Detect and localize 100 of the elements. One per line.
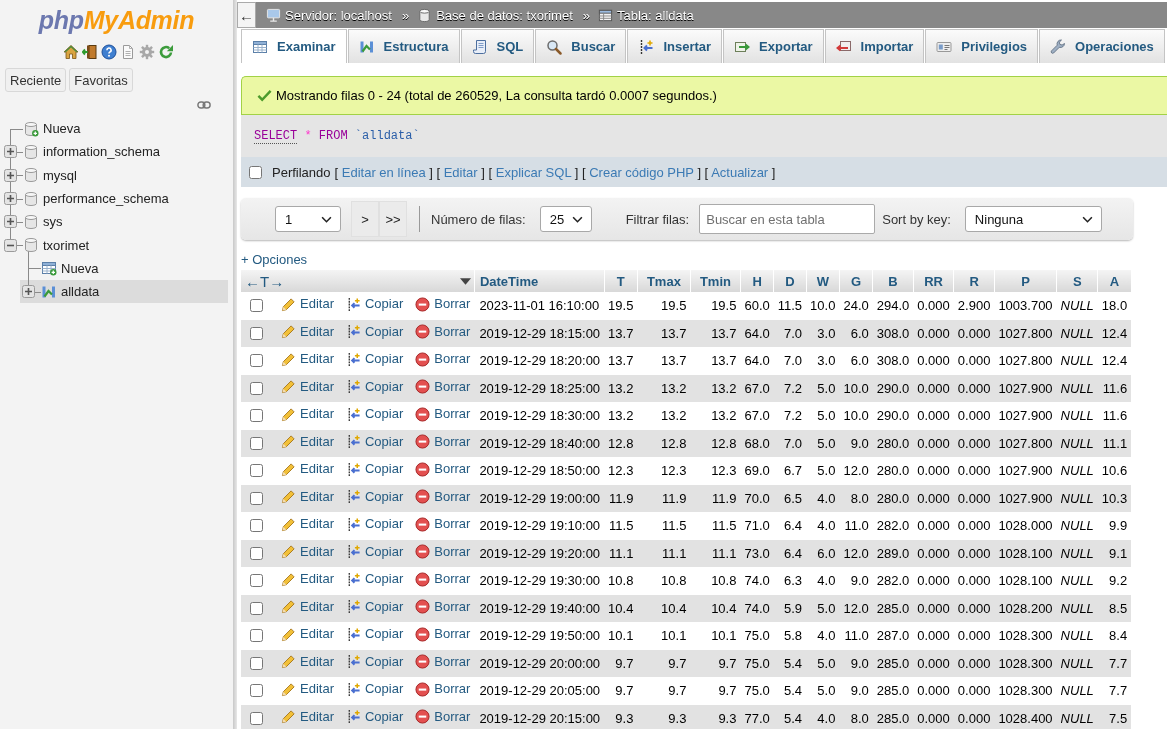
delete-link[interactable]: Borrar <box>415 406 471 422</box>
row-checkbox[interactable] <box>250 491 263 505</box>
edit-link[interactable]: Editar <box>281 461 334 477</box>
plus-icon[interactable] <box>3 215 17 229</box>
next-page-button[interactable]: > <box>351 201 379 237</box>
delete-link[interactable]: Borrar <box>415 461 471 477</box>
edit-link[interactable]: Editar <box>281 571 334 587</box>
copy-link[interactable]: Copiar <box>345 626 404 642</box>
profiling-checkbox[interactable] <box>249 165 262 179</box>
row-checkbox[interactable] <box>250 354 263 368</box>
edit-link[interactable]: Editar <box>281 406 334 422</box>
help-icon[interactable] <box>100 44 117 60</box>
row-checkbox[interactable] <box>250 629 263 643</box>
column-header[interactable]: G <box>839 270 873 292</box>
sidebar-button[interactable]: Favoritas <box>69 68 133 92</box>
plus-icon[interactable] <box>3 168 17 182</box>
tab[interactable]: Insertar <box>627 29 723 63</box>
home-icon[interactable] <box>62 44 79 60</box>
plus-icon[interactable] <box>21 285 35 299</box>
column-header[interactable]: W <box>806 270 840 292</box>
filter-field[interactable]: Buscar en esta tabla <box>699 204 876 234</box>
column-header[interactable]: T <box>604 270 638 292</box>
delete-link[interactable]: Borrar <box>415 516 471 532</box>
row-checkbox[interactable] <box>250 464 263 478</box>
last-page-button[interactable]: >> <box>379 201 407 237</box>
back-button[interactable]: ← <box>237 2 256 28</box>
copy-link[interactable]: Copiar <box>345 516 404 532</box>
edit-link[interactable]: Editar <box>281 296 334 312</box>
column-header[interactable]: DateTime <box>474 270 605 292</box>
row-checkbox[interactable] <box>250 519 263 533</box>
options-link[interactable]: + Opciones <box>241 252 308 267</box>
query-action-link[interactable]: Actualizar <box>711 164 769 180</box>
full-text-toggle[interactable]: ←T→ <box>245 272 285 290</box>
query-action-link[interactable]: Editar en línea <box>341 164 426 180</box>
row-checkbox[interactable] <box>250 656 263 670</box>
tab[interactable]: Exportar <box>723 29 824 63</box>
copy-link[interactable]: Copiar <box>345 571 404 587</box>
sql-doc-link[interactable]: SELECT <box>254 129 298 144</box>
column-header[interactable]: Tmax <box>637 270 691 292</box>
tab[interactable]: SQL <box>460 29 535 63</box>
minus-icon[interactable] <box>3 238 17 252</box>
column-header[interactable]: H <box>740 270 774 292</box>
tree-item[interactable]: alldata <box>20 280 228 304</box>
delete-link[interactable]: Borrar <box>415 351 471 367</box>
copy-link[interactable]: Copiar <box>345 296 404 312</box>
tree-item[interactable]: txorimet <box>2 233 94 257</box>
edit-link[interactable]: Editar <box>281 681 334 697</box>
query-action-link[interactable]: Crear código PHP <box>589 164 694 180</box>
tab[interactable]: Buscar <box>535 29 627 63</box>
column-header[interactable]: RR <box>913 270 954 292</box>
row-checkbox[interactable] <box>250 711 263 725</box>
tab[interactable]: Examinar <box>241 29 347 63</box>
row-checkbox[interactable] <box>250 601 263 615</box>
row-checkbox[interactable] <box>250 381 263 395</box>
tree-item[interactable]: information_schema <box>2 140 165 164</box>
plus-icon[interactable] <box>3 192 17 206</box>
tree-item[interactable]: performance_schema <box>2 186 173 211</box>
delete-link[interactable]: Borrar <box>415 571 471 587</box>
tree-item[interactable]: Nueva <box>2 117 85 141</box>
tab[interactable]: Estructura <box>347 29 460 63</box>
column-header[interactable]: B <box>872 270 914 292</box>
column-header[interactable]: A <box>1097 270 1132 292</box>
tree-item[interactable]: Nueva <box>20 256 103 281</box>
column-header[interactable]: S <box>1056 270 1098 292</box>
tree-item[interactable]: mysql <box>2 163 81 187</box>
column-header[interactable]: Tmin <box>690 270 741 292</box>
breadcrumb-link[interactable]: Base de datos: txorimet <box>417 7 573 23</box>
row-checkbox[interactable] <box>250 436 263 450</box>
app-logo[interactable]: phpMyAdmin <box>38 4 195 36</box>
copy-link[interactable]: Copiar <box>345 351 404 367</box>
tab[interactable]: Operaciones <box>1039 29 1165 63</box>
copy-link[interactable]: Copiar <box>345 406 404 422</box>
row-checkbox[interactable] <box>250 546 263 560</box>
column-header[interactable]: D <box>773 270 807 292</box>
sort-select[interactable]: Ninguna <box>964 206 1102 232</box>
rows-per-page-select[interactable]: 25 <box>539 206 592 232</box>
delete-link[interactable]: Borrar <box>415 296 471 312</box>
query-action-link[interactable]: Explicar SQL <box>495 164 572 180</box>
page-select[interactable]: 1 <box>275 206 341 232</box>
delete-link[interactable]: Borrar <box>415 626 471 642</box>
exit-door-icon[interactable] <box>81 44 98 60</box>
sidebar-button[interactable]: Reciente <box>5 68 67 92</box>
edit-link[interactable]: Editar <box>281 351 334 367</box>
query-action-link[interactable]: Editar <box>443 164 478 180</box>
row-checkbox[interactable] <box>250 574 263 588</box>
row-checkbox[interactable] <box>250 326 263 340</box>
column-header[interactable]: R <box>953 270 995 292</box>
link-icon[interactable] <box>197 101 211 109</box>
edit-link[interactable]: Editar <box>281 516 334 532</box>
plus-icon[interactable] <box>3 145 17 159</box>
copy-link[interactable]: Copiar <box>345 461 404 477</box>
column-header[interactable]: P <box>994 270 1057 292</box>
delete-link[interactable]: Borrar <box>415 681 471 697</box>
dropdown-triangle-icon[interactable] <box>459 277 471 285</box>
row-checkbox[interactable] <box>250 684 263 698</box>
row-checkbox[interactable] <box>250 299 263 313</box>
breadcrumb-link[interactable]: Servidor: localhost <box>266 7 392 23</box>
reload-icon[interactable] <box>157 44 174 60</box>
tab[interactable]: Privilegios <box>925 29 1039 63</box>
copy-link[interactable]: Copiar <box>345 681 404 697</box>
